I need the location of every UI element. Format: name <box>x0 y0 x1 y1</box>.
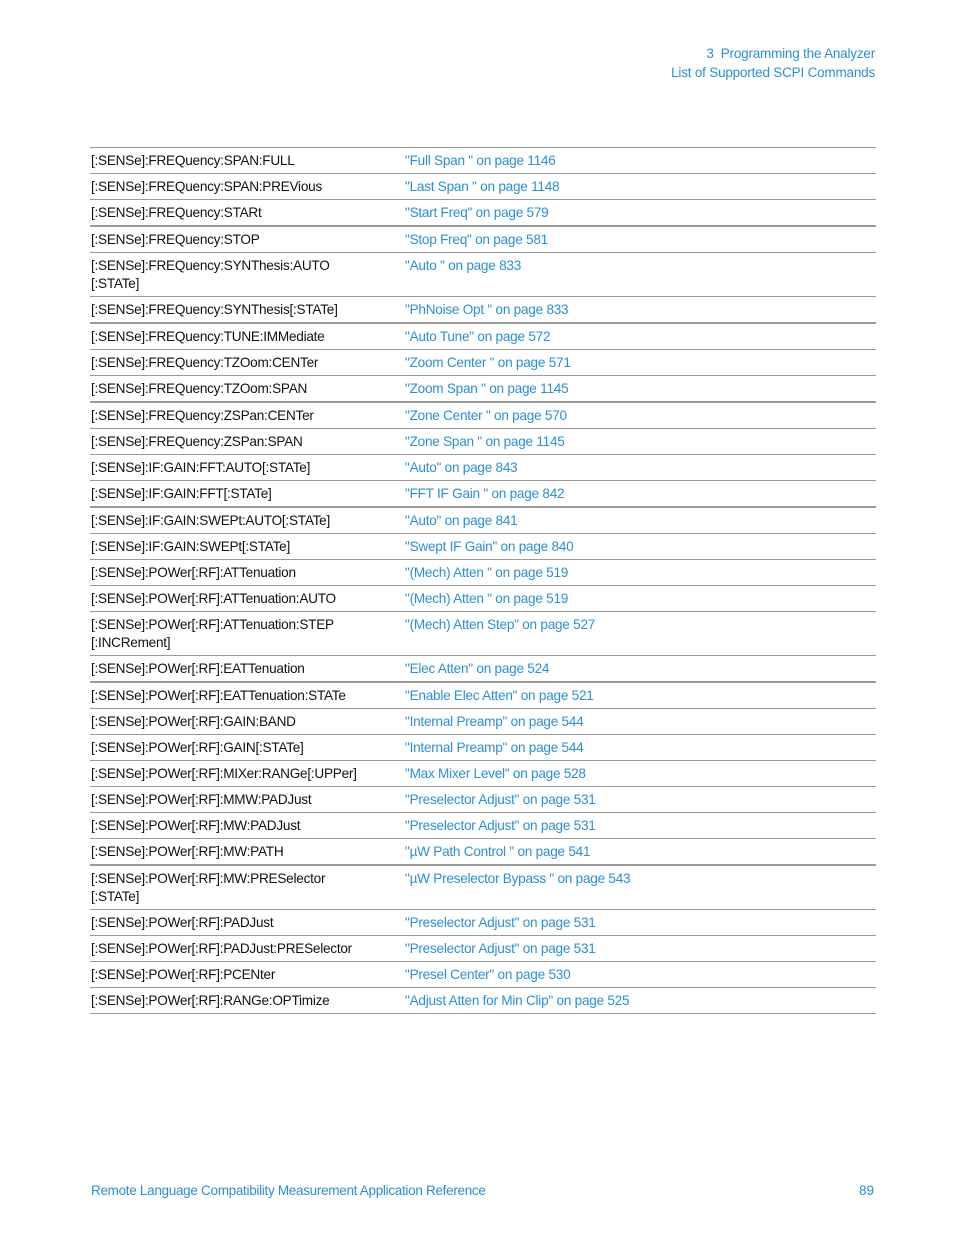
page-reference-link[interactable]: "Auto" on page 843 <box>405 459 876 477</box>
page-reference-link[interactable]: "Auto " on page 833 <box>405 257 876 293</box>
scpi-command: [:SENSe]:FREQuency:STOP <box>91 232 260 247</box>
page-reference-link[interactable]: "Auto" on page 841 <box>405 512 876 530</box>
table-row: [:SENSe]:POWer[:RF]:ATTenuation:AUTO "(Me… <box>90 586 876 612</box>
table-row: [:SENSe]:POWer[:RF]:RANGe:OPTimize "Adjus… <box>90 988 876 1014</box>
scpi-command: [:SENSe]:POWer[:RF]:ATTenuation <box>91 565 296 580</box>
table-row: [:SENSe]:FREQuency:SPAN:FULL "Full Span "… <box>90 148 876 174</box>
footer-page-number: 89 <box>858 1183 874 1198</box>
page-reference-link[interactable]: "Presel Center" on page 530 <box>405 966 876 984</box>
page-reference-link[interactable]: "Internal Preamp" on page 544 <box>405 739 876 757</box>
table-row: [:SENSe]:FREQuency:ZSPan:CENTer "Zone Cen… <box>90 403 876 429</box>
table-row: [:SENSe]:FREQuency:STARt "Start Freq" on … <box>90 200 876 227</box>
scpi-command: [:SENSe]:POWer[:RF]:RANGe:OPTimize <box>91 993 330 1008</box>
scpi-command: [:SENSe]:POWer[:RF]:MW:PRESelector [:STA… <box>91 871 326 904</box>
page-reference-link[interactable]: "Full Span " on page 1146 <box>405 152 876 170</box>
scpi-command: [:SENSe]:FREQuency:ZSPan:SPAN <box>91 434 303 449</box>
scpi-command-table: [:SENSe]:FREQuency:SPAN:FULL "Full Span "… <box>90 147 876 1014</box>
scpi-command: [:SENSe]:POWer[:RF]:MMW:PADJust <box>91 792 312 807</box>
table-row: [:SENSe]:POWer[:RF]:GAIN:BAND "Internal P… <box>90 709 876 735</box>
scpi-command: [:SENSe]:POWer[:RF]:GAIN[:STATe] <box>91 740 304 755</box>
table-row: [:SENSe]:POWer[:RF]:MW:PADJust "Preselect… <box>90 813 876 839</box>
page-reference-link[interactable]: "Zone Center " on page 570 <box>405 407 876 425</box>
table-row: [:SENSe]:IF:GAIN:FFT:AUTO[:STATe] "Auto" … <box>90 455 876 481</box>
table-row: [:SENSe]:POWer[:RF]:MMW:PADJust "Preselec… <box>90 787 876 813</box>
table-row: [:SENSe]:POWer[:RF]:MW:PRESelector [:STA… <box>90 866 876 910</box>
table-row: [:SENSe]:FREQuency:TZOom:SPAN "Zoom Span … <box>90 376 876 403</box>
scpi-command: [:SENSe]:POWer[:RF]:MW:PATH <box>91 844 284 859</box>
scpi-command: [:SENSe]:FREQuency:TZOom:SPAN <box>91 381 308 396</box>
table-row: [:SENSe]:FREQuency:STOP "Stop Freq" on pa… <box>90 227 876 253</box>
table-row: [:SENSe]:FREQuency:ZSPan:SPAN "Zone Span … <box>90 429 876 455</box>
table-row: [:SENSe]:IF:GAIN:SWEPt:AUTO[:STATe] "Auto… <box>90 508 876 534</box>
running-header: 3 Programming the Analyzer List of Suppo… <box>671 44 875 82</box>
table-row: [:SENSe]:POWer[:RF]:PCENter "Presel Cente… <box>90 962 876 988</box>
table-row: [:SENSe]:POWer[:RF]:EATTenuation "Elec At… <box>90 656 876 683</box>
scpi-command: [:SENSe]:FREQuency:TZOom:CENTer <box>91 355 319 370</box>
page-reference-link[interactable]: "PhNoise Opt " on page 833 <box>405 301 876 319</box>
scpi-command: [:SENSe]:POWer[:RF]:PCENter <box>91 967 276 982</box>
table-row: [:SENSe]:FREQuency:SYNThesis:AUTO [:STAT… <box>90 253 876 297</box>
page-reference-link[interactable]: "Preselector Adjust" on page 531 <box>405 817 876 835</box>
table-row: [:SENSe]:IF:GAIN:FFT[:STATe] "FFT IF Gain… <box>90 481 876 508</box>
page-reference-link[interactable]: "Enable Elec Atten" on page 521 <box>405 687 876 705</box>
table-row: [:SENSe]:FREQuency:TUNE:IMMediate "Auto T… <box>90 324 876 350</box>
page-reference-link[interactable]: "Zoom Span " on page 1145 <box>405 380 876 398</box>
scpi-command: [:SENSe]:FREQuency:ZSPan:CENTer <box>91 408 314 423</box>
table-row: [:SENSe]:FREQuency:SYNThesis[:STATe] "PhN… <box>90 297 876 324</box>
scpi-command: [:SENSe]:FREQuency:SYNThesis[:STATe] <box>91 302 338 317</box>
table-row: [:SENSe]:POWer[:RF]:EATTenuation:STATe "E… <box>90 683 876 709</box>
page-reference-link[interactable]: "Internal Preamp" on page 544 <box>405 713 876 731</box>
scpi-command: [:SENSe]:FREQuency:TUNE:IMMediate <box>91 329 325 344</box>
page-reference-link[interactable]: "Last Span " on page 1148 <box>405 178 876 196</box>
page-reference-link[interactable]: "Elec Atten" on page 524 <box>405 660 876 678</box>
page-reference-link[interactable]: "(Mech) Atten " on page 519 <box>405 564 876 582</box>
scpi-command: [:SENSe]:POWer[:RF]:ATTenuation:STEP [:I… <box>91 617 334 650</box>
scpi-command: [:SENSe]:FREQuency:STARt <box>91 205 262 220</box>
scpi-command: [:SENSe]:POWer[:RF]:EATTenuation <box>91 661 305 676</box>
footer-document-title: Remote Language Compatibility Measuremen… <box>91 1183 486 1198</box>
page-reference-link[interactable]: "Zone Span " on page 1145 <box>405 433 876 451</box>
page-reference-link[interactable]: "Stop Freq" on page 581 <box>405 231 876 249</box>
scpi-command: [:SENSe]:POWer[:RF]:ATTenuation:AUTO <box>91 591 336 606</box>
scpi-command: [:SENSe]:IF:GAIN:FFT:AUTO[:STATe] <box>91 460 311 475</box>
scpi-command: [:SENSe]:FREQuency:SPAN:FULL <box>91 153 295 168</box>
page-reference-link[interactable]: "µW Path Control " on page 541 <box>405 843 876 861</box>
page-reference-link[interactable]: "Swept IF Gain" on page 840 <box>405 538 876 556</box>
table-row: [:SENSe]:POWer[:RF]:ATTenuation "(Mech) A… <box>90 560 876 586</box>
scpi-command: [:SENSe]:POWer[:RF]:MIXer:RANGe[:UPPer] <box>91 766 357 781</box>
scpi-command: [:SENSe]:IF:GAIN:SWEPt:AUTO[:STATe] <box>91 513 331 528</box>
page-reference-link[interactable]: "Preselector Adjust" on page 531 <box>405 914 876 932</box>
table-row: [:SENSe]:FREQuency:TZOom:CENTer "Zoom Cen… <box>90 350 876 376</box>
page-reference-link[interactable]: "(Mech) Atten " on page 519 <box>405 590 876 608</box>
page-reference-link[interactable]: "Start Freq" on page 579 <box>405 204 876 222</box>
section-title: List of Supported SCPI Commands <box>671 65 875 80</box>
page-reference-link[interactable]: "Adjust Atten for Min Clip" on page 525 <box>405 992 876 1010</box>
table-row: [:SENSe]:POWer[:RF]:MIXer:RANGe[:UPPer] "… <box>90 761 876 787</box>
table-row: [:SENSe]:POWer[:RF]:ATTenuation:STEP [:I… <box>90 612 876 656</box>
chapter-title: 3 Programming the Analyzer <box>706 46 875 61</box>
scpi-command: [:SENSe]:POWer[:RF]:PADJust <box>91 915 274 930</box>
page-reference-link[interactable]: "µW Preselector Bypass " on page 543 <box>405 870 876 906</box>
scpi-command: [:SENSe]:IF:GAIN:SWEPt[:STATe] <box>91 539 290 554</box>
scpi-command: [:SENSe]:FREQuency:SYNThesis:AUTO [:STAT… <box>91 258 330 291</box>
scpi-command: [:SENSe]:POWer[:RF]:GAIN:BAND <box>91 714 296 729</box>
table-row: [:SENSe]:POWer[:RF]:PADJust "Preselector … <box>90 910 876 936</box>
table-row: [:SENSe]:POWer[:RF]:PADJust:PRESelector "… <box>90 936 876 962</box>
page-reference-link[interactable]: "Preselector Adjust" on page 531 <box>405 940 876 958</box>
scpi-command: [:SENSe]:POWer[:RF]:MW:PADJust <box>91 818 301 833</box>
page-reference-link[interactable]: "Preselector Adjust" on page 531 <box>405 791 876 809</box>
page-reference-link[interactable]: "(Mech) Atten Step" on page 527 <box>405 616 876 652</box>
table-row: [:SENSe]:IF:GAIN:SWEPt[:STATe] "Swept IF … <box>90 534 876 560</box>
scpi-command: [:SENSe]:POWer[:RF]:EATTenuation:STATe <box>91 688 346 703</box>
scpi-command: [:SENSe]:FREQuency:SPAN:PREVious <box>91 179 322 194</box>
scpi-command: [:SENSe]:IF:GAIN:FFT[:STATe] <box>91 486 272 501</box>
page-reference-link[interactable]: "Max Mixer Level" on page 528 <box>405 765 876 783</box>
page-reference-link[interactable]: "Auto Tune" on page 572 <box>405 328 876 346</box>
table-row: [:SENSe]:POWer[:RF]:MW:PATH "µW Path Cont… <box>90 839 876 866</box>
page-reference-link[interactable]: "Zoom Center " on page 571 <box>405 354 876 372</box>
page-reference-link[interactable]: "FFT IF Gain " on page 842 <box>405 485 876 503</box>
table-row: [:SENSe]:POWer[:RF]:GAIN[:STATe] "Interna… <box>90 735 876 761</box>
table-row: [:SENSe]:FREQuency:SPAN:PREVious "Last Sp… <box>90 174 876 200</box>
scpi-command: [:SENSe]:POWer[:RF]:PADJust:PRESelector <box>91 941 352 956</box>
